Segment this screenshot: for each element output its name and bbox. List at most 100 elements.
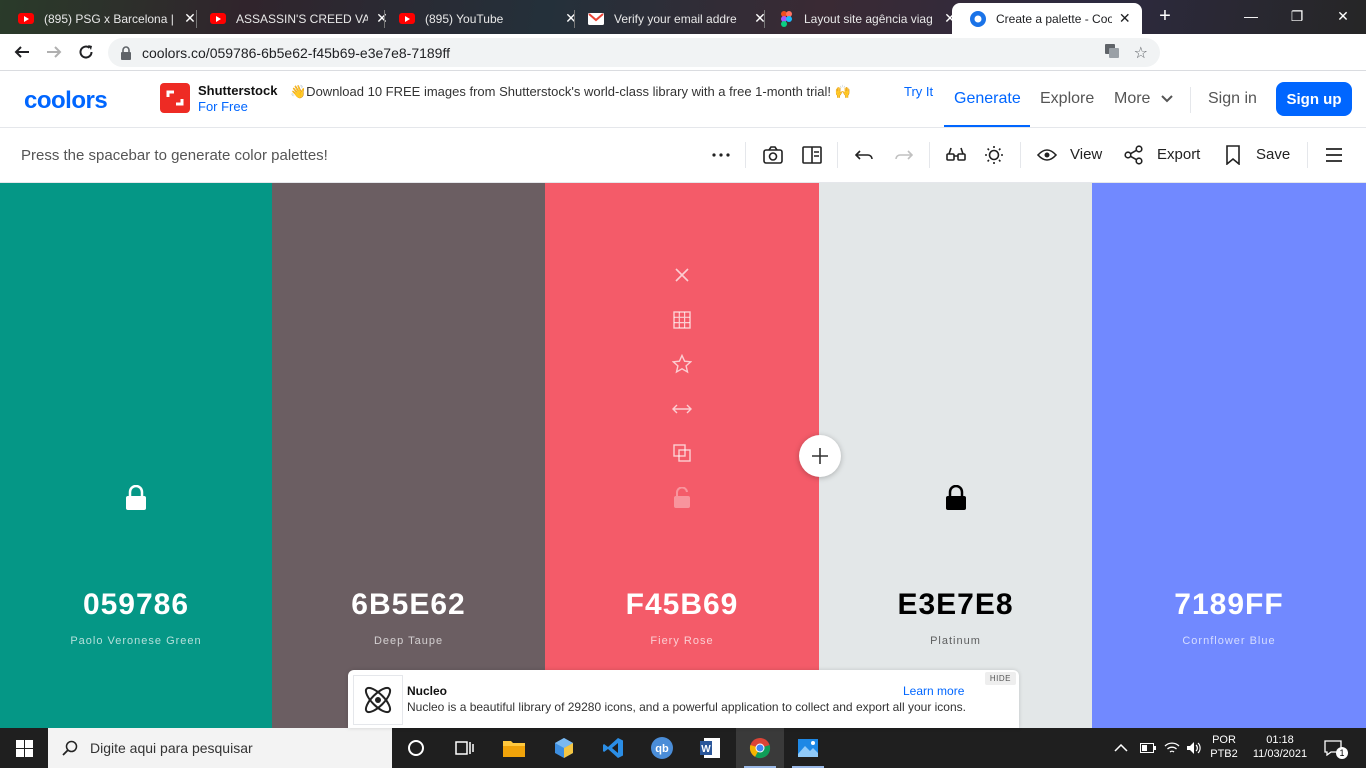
gmail-icon <box>588 11 604 27</box>
more-options-icon[interactable] <box>710 144 732 166</box>
color-swatch[interactable]: 6B5E62 Deep Taupe <box>272 183 545 728</box>
reload-icon[interactable] <box>70 36 102 68</box>
hamburger-menu-icon[interactable] <box>1323 144 1345 166</box>
coolors-logo[interactable]: coolors <box>24 87 108 115</box>
search-icon <box>62 740 78 756</box>
export-button[interactable]: Export <box>1157 146 1200 163</box>
signup-button[interactable]: Sign up <box>1276 82 1352 116</box>
toolbar-separator <box>1307 142 1308 168</box>
color-name[interactable]: Paolo Veronese Green <box>0 635 272 647</box>
restore-icon[interactable]: ❐ <box>1274 0 1320 32</box>
palette-view-icon[interactable] <box>801 144 823 166</box>
nucleo-logo-icon[interactable] <box>353 675 403 725</box>
ad-try-link[interactable]: Try It <box>904 84 933 99</box>
lock-closed-icon[interactable] <box>125 485 147 511</box>
color-swatch-hovered[interactable]: F45B69 Fiery Rose <box>545 183 819 728</box>
color-swatch[interactable]: 7189FF Cornflower Blue <box>1092 183 1366 728</box>
bookmark-icon[interactable] <box>1222 144 1244 166</box>
word-icon[interactable]: W <box>686 728 734 768</box>
view-button[interactable]: View <box>1070 146 1102 163</box>
browser-tab[interactable]: Layout site agência viag ✕ <box>760 3 968 34</box>
shutterstock-logo-icon[interactable] <box>160 83 190 113</box>
clock[interactable]: 01:18 11/03/2021 <box>1246 733 1314 761</box>
close-window-icon[interactable]: ✕ <box>1320 0 1366 32</box>
ad-brand[interactable]: Shutterstock <box>198 83 277 98</box>
3d-builder-icon[interactable] <box>540 728 588 768</box>
add-color-button[interactable] <box>799 435 841 477</box>
youtube-icon <box>18 11 34 27</box>
wifi-icon[interactable] <box>1164 728 1180 768</box>
file-explorer-icon[interactable] <box>490 728 538 768</box>
spacebar-hint: Press the spacebar to generate color pal… <box>21 147 328 164</box>
nav-generate[interactable]: Generate <box>954 90 1021 108</box>
color-swatch[interactable]: 059786 Paolo Veronese Green <box>0 183 272 728</box>
translate-icon[interactable] <box>1104 43 1120 64</box>
camera-icon[interactable] <box>762 144 784 166</box>
new-tab-icon[interactable]: + <box>1155 6 1175 26</box>
site-header: coolors Shutterstock For Free 👋Download … <box>0 71 1366 128</box>
qbittorrent-icon[interactable]: qb <box>638 728 686 768</box>
notifications-icon[interactable]: 1 <box>1324 728 1348 768</box>
cortana-icon[interactable] <box>392 728 440 768</box>
glasses-icon[interactable] <box>945 144 967 166</box>
show-hidden-icons-icon[interactable] <box>1114 728 1128 768</box>
minimize-icon[interactable]: — <box>1228 0 1274 32</box>
browser-tab-active[interactable]: Create a palette - Coolo ✕ <box>952 3 1142 34</box>
forward-icon[interactable] <box>38 36 70 68</box>
remove-color-icon[interactable] <box>670 263 694 287</box>
drag-arrows-icon[interactable] <box>670 397 694 421</box>
browser-tab-strip: (895) PSG x Barcelona | ✕ ASSASSIN'S CRE… <box>0 0 1366 34</box>
ad-brand-sub[interactable]: For Free <box>198 99 248 114</box>
browser-tab[interactable]: (895) YouTube ✕ <box>381 3 589 34</box>
hide-ad-button[interactable]: HIDE <box>984 672 1016 685</box>
color-name[interactable]: Fiery Rose <box>545 635 819 647</box>
color-hex[interactable]: F45B69 <box>545 588 819 622</box>
photos-icon[interactable] <box>784 728 832 768</box>
figma-icon <box>778 10 794 27</box>
taskbar-search-field[interactable]: Digite aqui para pesquisar <box>48 728 392 768</box>
nav-explore[interactable]: Explore <box>1040 90 1094 108</box>
volume-icon[interactable] <box>1186 728 1202 768</box>
lock-closed-icon[interactable] <box>945 485 967 511</box>
shades-grid-icon[interactable] <box>670 308 694 332</box>
tab-close-icon[interactable]: ✕ <box>1118 10 1132 27</box>
color-name[interactable]: Platinum <box>819 635 1092 647</box>
windows-start-icon[interactable] <box>0 728 48 768</box>
copy-icon[interactable] <box>670 441 694 465</box>
lock-open-icon[interactable] <box>670 486 694 510</box>
browser-tab[interactable]: (895) PSG x Barcelona | ✕ <box>0 3 208 34</box>
color-name[interactable]: Deep Taupe <box>272 635 545 647</box>
ad-text: 👋Download 10 FREE images from Shuttersto… <box>290 84 851 99</box>
browser-tab[interactable]: Verify your email addre ✕ <box>570 3 778 34</box>
task-view-icon[interactable] <box>440 728 488 768</box>
input-language[interactable]: POR PTB2 <box>1208 733 1240 761</box>
generator-toolbar: Press the spacebar to generate color pal… <box>0 128 1366 183</box>
color-hex[interactable]: 7189FF <box>1092 588 1366 622</box>
undo-icon[interactable] <box>854 144 876 166</box>
sponsor-card[interactable]: Nucleo Nucleo is a beautiful library of … <box>348 670 1019 728</box>
browser-tab[interactable]: ASSASSIN'S CREED VAL ✕ <box>192 3 400 34</box>
back-icon[interactable] <box>6 36 38 68</box>
favorite-star-icon[interactable] <box>670 352 694 376</box>
toolbar-separator <box>745 142 746 168</box>
nav-more[interactable]: More <box>1114 90 1173 108</box>
chrome-icon[interactable] <box>736 728 784 768</box>
url-field[interactable]: coolors.co/059786-6b5e62-f45b69-e3e7e8-7… <box>108 38 1160 67</box>
brightness-icon[interactable] <box>983 144 1005 166</box>
color-hex[interactable]: 6B5E62 <box>272 588 545 622</box>
eye-icon[interactable] <box>1036 144 1058 166</box>
redo-icon[interactable] <box>892 144 914 166</box>
share-icon[interactable] <box>1123 144 1145 166</box>
color-hex[interactable]: 059786 <box>0 588 272 622</box>
youtube-icon <box>210 11 226 27</box>
signin-link[interactable]: Sign in <box>1208 90 1257 108</box>
color-hex[interactable]: E3E7E8 <box>819 588 1092 622</box>
battery-icon[interactable] <box>1140 728 1156 768</box>
color-swatch[interactable]: E3E7E8 Platinum <box>819 183 1092 728</box>
color-name[interactable]: Cornflower Blue <box>1092 635 1366 647</box>
vscode-icon[interactable] <box>589 728 637 768</box>
learn-more-link[interactable]: Learn more <box>903 684 964 698</box>
bookmark-star-icon[interactable]: ☆ <box>1134 43 1148 64</box>
sponsor-title[interactable]: Nucleo <box>407 684 447 698</box>
save-button[interactable]: Save <box>1256 146 1290 163</box>
